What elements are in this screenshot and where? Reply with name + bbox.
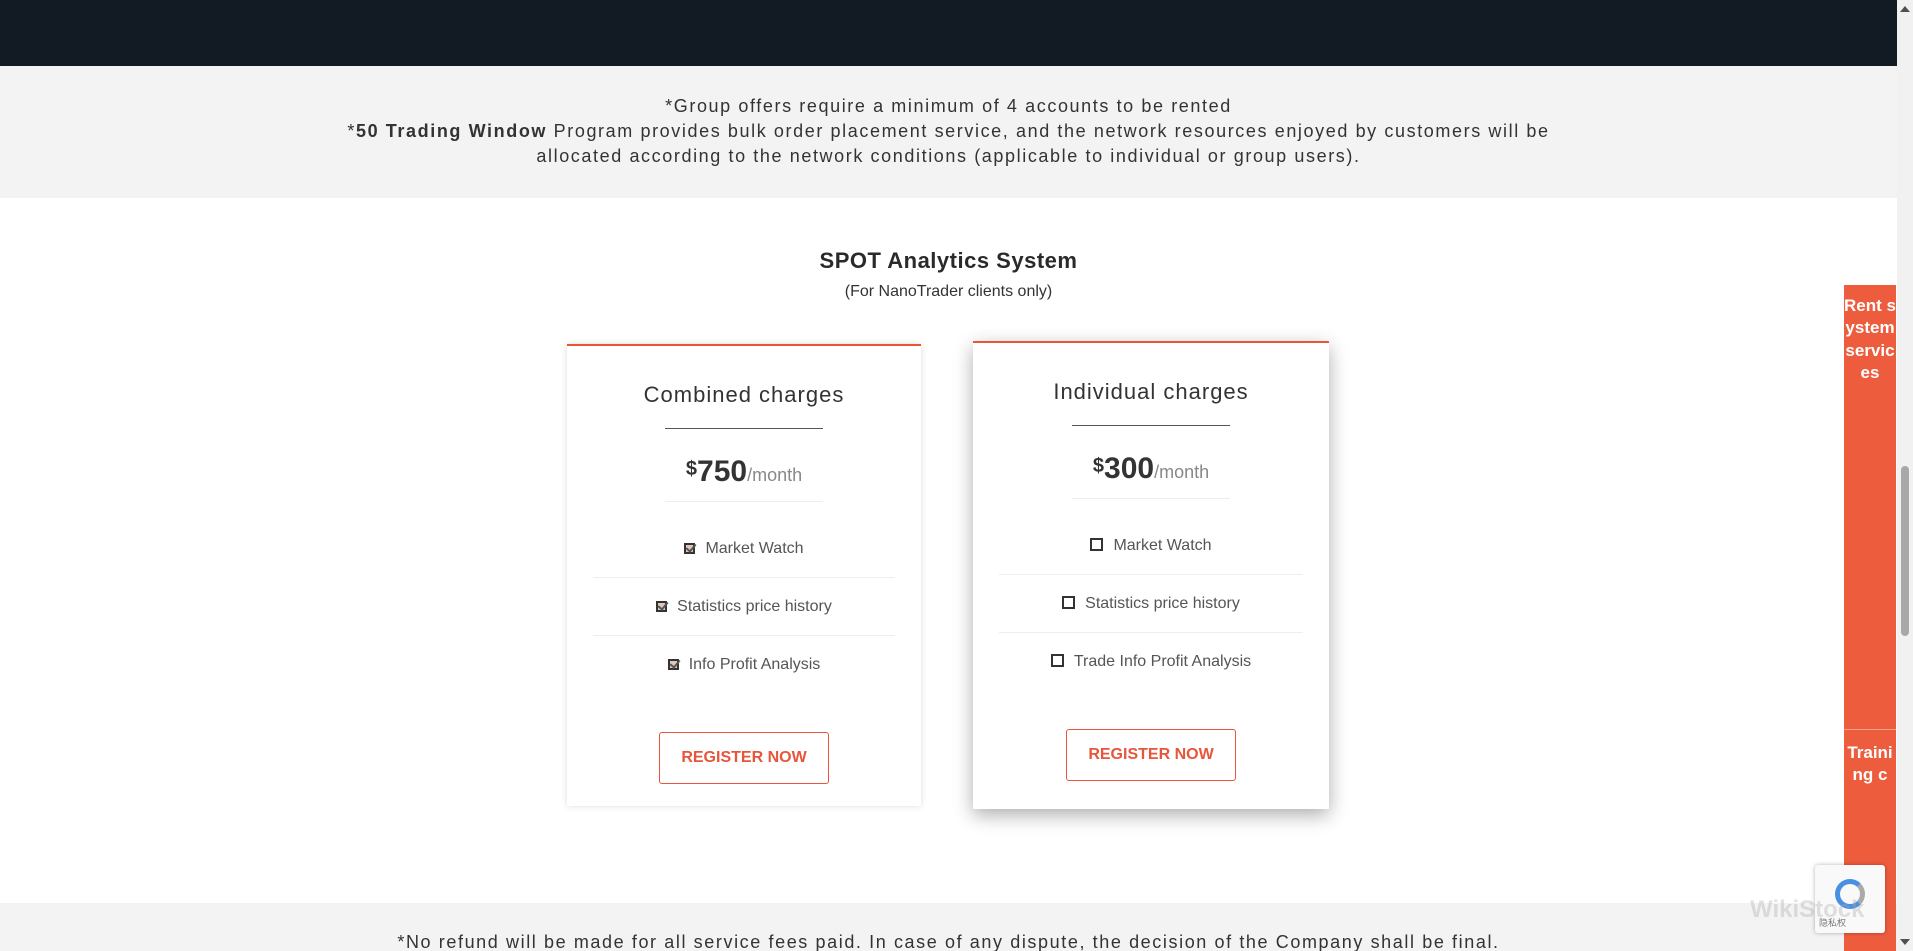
scroll-down-arrow-icon[interactable]	[1900, 939, 1910, 945]
notice-asterisk: *	[347, 121, 356, 141]
price-divider	[665, 501, 823, 502]
notice-program-name: 50 Trading Window	[355, 121, 548, 141]
feature-item: Info Profit Analysis	[593, 636, 895, 694]
price-period: /month	[747, 465, 803, 485]
price-currency: $	[685, 458, 698, 480]
price-divider	[1072, 498, 1230, 499]
refund-disclaimer: *No refund will be made for all service …	[0, 903, 1897, 951]
price-period: /month	[1154, 462, 1210, 482]
feature-item: Market Watch	[999, 517, 1303, 575]
register-now-button[interactable]: REGISTER NOW	[1066, 729, 1236, 781]
plan-name: Individual charges	[1053, 379, 1249, 404]
section-subtitle: (For NanoTrader clients only)	[844, 283, 1053, 300]
page-scrollbar[interactable]	[1897, 0, 1913, 951]
plan-price: $750/month	[567, 455, 921, 489]
feature-label: Market Watch	[705, 540, 804, 557]
scroll-thumb[interactable]	[1901, 466, 1909, 636]
scroll-up-arrow-icon[interactable]	[1900, 6, 1910, 12]
feature-label: Info Profit Analysis	[688, 656, 821, 673]
price-currency: $	[1092, 455, 1105, 477]
side-floating-tab: Rent system services Training c	[1844, 285, 1896, 951]
section-title: SPOT Analytics System	[819, 248, 1078, 273]
feature-label: Trade Info Profit Analysis	[1073, 653, 1252, 670]
plan-divider	[665, 428, 823, 429]
checked-box-icon	[656, 601, 668, 612]
feature-list: Market Watch Statistics price history Tr…	[999, 517, 1303, 691]
pricing-card-combined: Combined charges $750/month Market Watch…	[567, 344, 921, 806]
pricing-card-individual: Individual charges $300/month Market Wat…	[973, 341, 1329, 809]
feature-label: Statistics price history	[1085, 595, 1240, 612]
notice-line-3: allocated according to the network condi…	[536, 146, 1361, 166]
price-amount: 750	[697, 455, 748, 488]
feature-item: Trade Info Profit Analysis	[999, 633, 1303, 691]
checked-box-icon	[684, 543, 696, 554]
disclaimer-text: *No refund will be made for all service …	[397, 932, 1500, 951]
feature-item: Statistics price history	[999, 575, 1303, 633]
training-link[interactable]: Training c	[1844, 730, 1896, 787]
feature-item: Market Watch	[593, 520, 895, 578]
feature-label: Market Watch	[1113, 537, 1212, 554]
top-nav-bar	[0, 0, 1897, 66]
notice-line-2-text: Program provides bulk order placement se…	[547, 121, 1550, 141]
feature-item: Statistics price history	[593, 578, 895, 636]
plan-divider	[1072, 425, 1230, 426]
empty-box-icon	[1062, 596, 1076, 609]
empty-box-icon	[1090, 538, 1104, 551]
feature-list: Market Watch Statistics price history In…	[593, 520, 895, 694]
notice-line-2: *50 Trading Window Program provides bulk…	[0, 119, 1897, 144]
checked-box-icon	[667, 659, 679, 670]
watermark-logo: WikiStock	[1750, 896, 1865, 923]
rent-system-services-link[interactable]: Rent system services	[1844, 285, 1896, 730]
price-amount: 300	[1104, 452, 1155, 485]
empty-box-icon	[1050, 654, 1064, 667]
group-offer-notice: *Group offers require a minimum of 4 acc…	[0, 66, 1897, 198]
feature-label: Statistics price history	[677, 598, 832, 615]
plan-price: $300/month	[973, 452, 1329, 486]
register-now-button[interactable]: REGISTER NOW	[659, 732, 829, 784]
plan-name: Combined charges	[643, 382, 845, 407]
notice-line-1: *Group offers require a minimum of 4 acc…	[665, 96, 1232, 116]
